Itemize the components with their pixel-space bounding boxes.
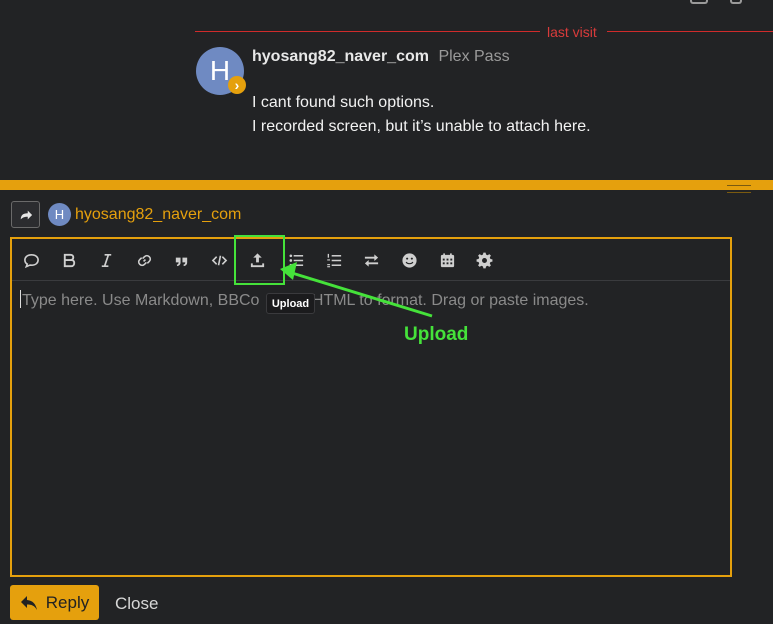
numbered-list-icon[interactable] xyxy=(321,247,347,273)
top-action-icon[interactable] xyxy=(690,0,708,4)
post-username[interactable]: hyosang82_naver_com xyxy=(252,48,429,65)
post-header: hyosang82_naver_com Plex Pass xyxy=(252,48,510,66)
italic-icon[interactable] xyxy=(93,247,119,273)
gear-icon[interactable] xyxy=(471,247,497,273)
editor-toolbar xyxy=(12,235,730,285)
reply-button-label: Reply xyxy=(45,592,90,612)
last-visit-label: last visit xyxy=(547,24,597,40)
reply-action-button[interactable] xyxy=(11,201,40,228)
reply-button[interactable]: Reply xyxy=(10,585,99,620)
reply-arrow-icon xyxy=(20,595,37,610)
top-action-icon[interactable] xyxy=(730,0,742,4)
upload-highlight-box xyxy=(234,235,285,285)
last-visit-divider: last visit xyxy=(195,22,773,42)
blockquote-icon[interactable] xyxy=(168,247,194,273)
emoji-icon[interactable] xyxy=(396,247,422,273)
placeholder-text: Type here. Use Markdown, BBCo xyxy=(22,292,260,309)
swap-icon[interactable] xyxy=(358,247,384,273)
composer-editor: Type here. Use Markdown, BBCo HTML to fo… xyxy=(10,235,732,577)
post-body: I cant found such options. I recorded sc… xyxy=(252,91,591,139)
user-title: Plex Pass xyxy=(438,48,510,65)
post-paragraph: I recorded screen, but it’s unable to at… xyxy=(252,118,591,135)
close-button[interactable]: Close xyxy=(115,594,158,614)
top-icons xyxy=(690,0,770,4)
reply-textarea[interactable]: Type here. Use Markdown, BBCo HTML to fo… xyxy=(20,290,720,560)
quote-icon[interactable] xyxy=(18,247,44,273)
link-icon[interactable] xyxy=(131,247,157,273)
divider-line xyxy=(607,31,773,32)
composer-avatar: H xyxy=(48,203,71,226)
share-arrow-icon xyxy=(20,210,32,219)
placeholder-text: HTML to format. Drag or paste images. xyxy=(307,292,589,309)
divider-line xyxy=(195,31,540,32)
flair-badge: › xyxy=(228,76,246,94)
annotation-label: Upload xyxy=(404,324,469,345)
composer-resize-bar[interactable] xyxy=(0,180,773,190)
text-caret xyxy=(20,290,21,308)
post-paragraph: I cant found such options. xyxy=(252,94,435,111)
bullet-list-icon[interactable] xyxy=(283,247,309,273)
bold-icon[interactable] xyxy=(56,247,82,273)
calendar-icon[interactable] xyxy=(434,247,460,273)
code-icon[interactable] xyxy=(206,247,232,273)
grip-handle-icon[interactable] xyxy=(727,185,751,193)
composer-username[interactable]: hyosang82_naver_com xyxy=(75,206,241,224)
upload-tooltip: Upload xyxy=(266,293,315,314)
